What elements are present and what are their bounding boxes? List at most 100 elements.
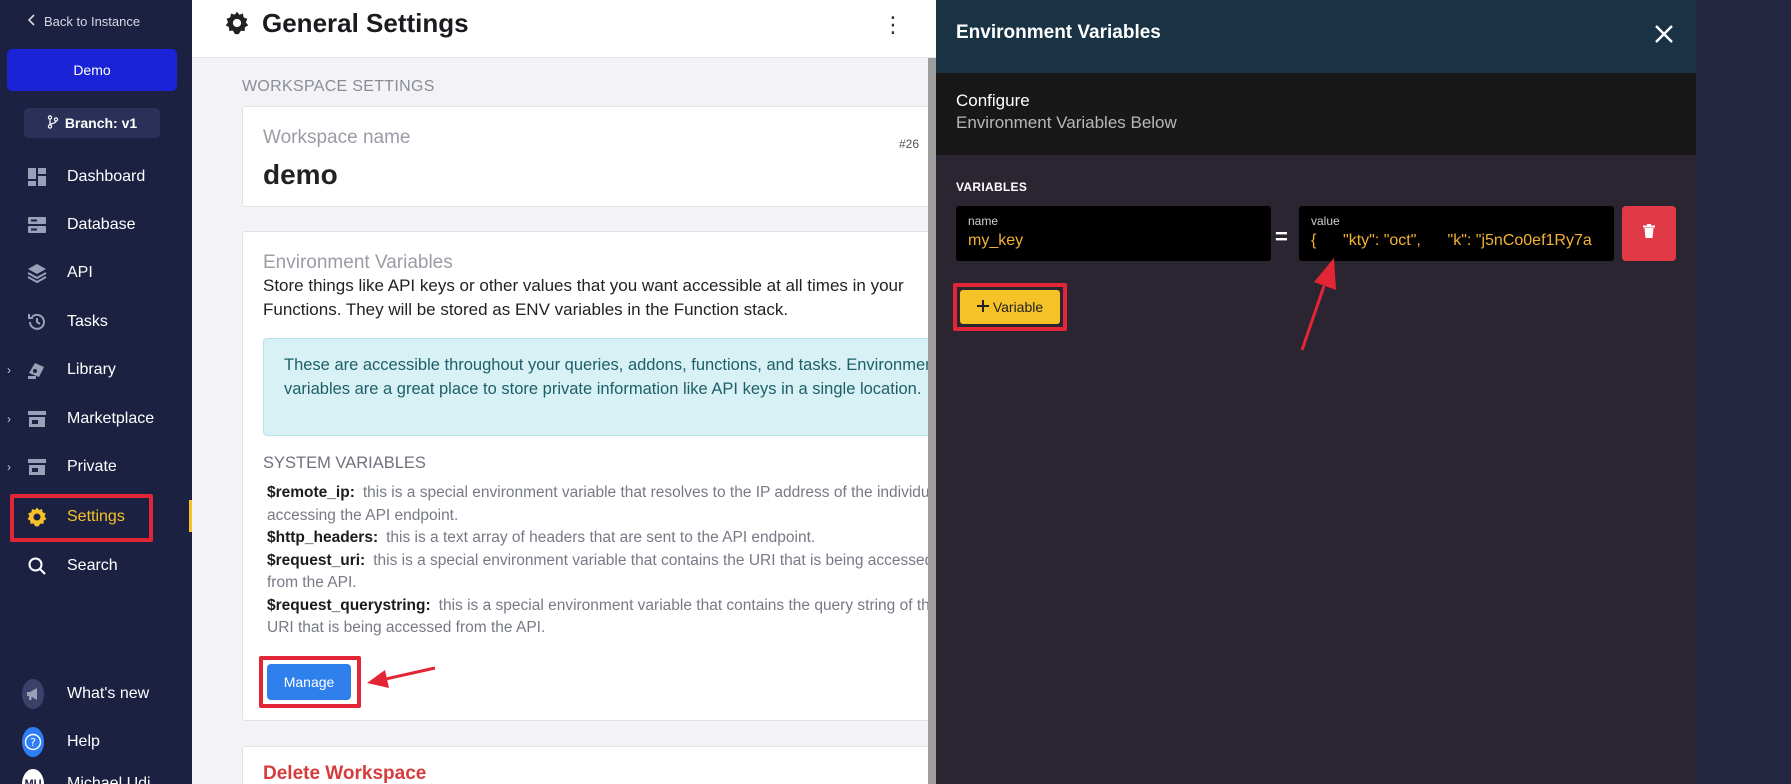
- scrollbar[interactable]: [928, 58, 936, 784]
- system-variables-heading: SYSTEM VARIABLES: [263, 454, 426, 472]
- env-card-title: Environment Variables: [263, 252, 453, 273]
- system-variable-name: $request_uri:: [267, 551, 366, 569]
- sidebar-item-label: Help: [67, 733, 100, 750]
- delete-variable-button[interactable]: [1622, 206, 1676, 261]
- workspace-name-card: Workspace name demo #26: [242, 106, 936, 207]
- workspace-name-label: Workspace name: [263, 127, 411, 148]
- system-variable: $request_uri: this is a special environme…: [267, 550, 936, 595]
- sidebar-item-label: Search: [67, 557, 118, 574]
- variable-name-label: name: [968, 214, 999, 228]
- sidebar: Back to Instance Demo Branch: v1 Dashboa…: [0, 0, 192, 784]
- manage-highlight-box: [259, 656, 361, 708]
- sidebar-item-label: API: [67, 264, 93, 281]
- workspace-settings-heading: WORKSPACE SETTINGS: [242, 78, 435, 95]
- back-label: Back to Instance: [44, 14, 141, 29]
- sidebar-item-marketplace[interactable]: › Marketplace: [0, 399, 192, 439]
- settings-highlight-box: [10, 494, 153, 542]
- sidebar-item-whats-new[interactable]: What's new: [0, 674, 192, 714]
- environment-variables-card: Environment Variables Store things like …: [242, 231, 936, 721]
- sidebar-item-api[interactable]: API: [0, 253, 192, 293]
- env-variables-panel: Environment Variables Configure Environm…: [936, 0, 1696, 784]
- variables-heading: VARIABLES: [956, 180, 1028, 194]
- system-variable: $http_headers: this is a text array of he…: [267, 527, 936, 550]
- panel-header: Environment Variables: [936, 0, 1696, 73]
- panel-subheader: Configure Environment Variables Below: [936, 73, 1696, 155]
- sidebar-item-label: Michael Udi: [67, 775, 151, 784]
- sidebar-item-tasks[interactable]: Tasks: [0, 302, 192, 342]
- megaphone-icon: [22, 679, 44, 709]
- variable-name-field[interactable]: name my_key: [956, 206, 1271, 261]
- branch-selector[interactable]: Branch: v1: [24, 108, 160, 138]
- system-variable: $remote_ip: this is a special environment…: [267, 482, 936, 527]
- page-title: General Settings: [262, 8, 469, 38]
- main-content: General Settings ⋮ WORKSPACE SETTINGS Wo…: [192, 0, 936, 784]
- equals-sign: =: [1275, 224, 1288, 249]
- dashboard-icon: [26, 166, 48, 188]
- sidebar-item-help[interactable]: ? Help: [0, 722, 192, 762]
- system-variable-name: $remote_ip:: [267, 484, 355, 501]
- variable-value-label: value: [1311, 214, 1340, 228]
- api-icon: [26, 262, 48, 284]
- panel-sub-line2: Environment Variables Below: [956, 113, 1177, 132]
- sidebar-item-library[interactable]: › Library: [0, 350, 192, 390]
- trash-icon: [1643, 224, 1655, 243]
- sidebar-item-label: What's new: [67, 685, 150, 702]
- background-edge: [1696, 0, 1791, 784]
- sidebar-item-private[interactable]: › Private: [0, 447, 192, 487]
- chevron-right-icon[interactable]: ›: [7, 460, 11, 474]
- kebab-icon[interactable]: ⋮: [882, 14, 904, 36]
- sidebar-item-label: Tasks: [67, 313, 108, 330]
- env-card-description: Store things like API keys or other valu…: [263, 276, 904, 319]
- svg-text:?: ?: [30, 736, 36, 749]
- sidebar-item-label: Marketplace: [67, 410, 155, 427]
- avatar: MU: [22, 769, 44, 784]
- system-variables-list: $remote_ip: this is a special environment…: [267, 482, 936, 640]
- git-branch-icon: [47, 114, 59, 132]
- back-to-instance-link[interactable]: Back to Instance: [27, 14, 141, 29]
- marketplace-icon: [26, 408, 48, 430]
- sidebar-item-label: Database: [67, 216, 136, 233]
- workspace-id: #26: [899, 137, 920, 151]
- workspace-name-value: demo: [263, 159, 338, 190]
- variable-value-field[interactable]: value { "kty": "oct", "k": "j5nCo0ef1Ry7…: [1299, 206, 1614, 261]
- instance-button[interactable]: Demo: [7, 49, 177, 91]
- system-variable-name: $http_headers:: [267, 529, 379, 546]
- sidebar-item-label: Dashboard: [67, 168, 146, 185]
- sidebar-item-dashboard[interactable]: Dashboard: [0, 157, 192, 197]
- library-icon: [26, 359, 48, 381]
- tasks-icon: [26, 311, 48, 333]
- system-variable: $request_querystring: this is a special e…: [267, 595, 936, 640]
- sidebar-item-search[interactable]: Search: [0, 546, 192, 586]
- search-icon: [26, 555, 48, 577]
- variable-name-value[interactable]: my_key: [968, 232, 1259, 250]
- system-variable-desc: this is a special environment variable t…: [267, 484, 936, 524]
- system-variable-desc: this is a special environment variable t…: [267, 551, 934, 592]
- database-icon: [26, 214, 48, 236]
- annotation-arrow-icon: [367, 666, 436, 688]
- private-icon: [26, 456, 48, 478]
- branch-label: Branch: v1: [64, 115, 138, 131]
- help-icon: ?: [22, 727, 44, 757]
- sidebar-item-label: Private: [67, 458, 117, 475]
- annotation-arrow-icon: [1300, 258, 1336, 351]
- close-icon[interactable]: [1654, 18, 1674, 50]
- gear-icon: [224, 10, 250, 41]
- system-variable-desc: this is a text array of headers that are…: [386, 529, 816, 546]
- chevron-right-icon[interactable]: ›: [7, 363, 11, 377]
- delete-workspace-title[interactable]: Delete Workspace: [263, 763, 426, 784]
- instance-label: Demo: [73, 62, 111, 78]
- sidebar-item-label: Library: [67, 361, 116, 378]
- system-variable-name: $request_querystring:: [267, 596, 431, 614]
- sidebar-item-profile[interactable]: MU Michael Udi: [0, 764, 192, 784]
- panel-sub-line1: Configure: [956, 91, 1030, 110]
- env-info-text: These are accessible throughout your que…: [284, 356, 936, 398]
- page-header: General Settings ⋮: [192, 0, 936, 58]
- delete-workspace-card: Delete Workspace: [242, 746, 936, 784]
- sidebar-item-database[interactable]: Database: [0, 205, 192, 245]
- variable-value-value[interactable]: { "kty": "oct", "k": "j5nCo0ef1Ry7a: [1311, 232, 1602, 250]
- chevron-right-icon[interactable]: ›: [7, 412, 11, 426]
- add-variable-highlight-box: [953, 283, 1067, 331]
- env-info-alert: These are accessible throughout your que…: [263, 338, 936, 436]
- chevron-left-icon: [27, 14, 36, 29]
- panel-title: Environment Variables: [956, 22, 1161, 43]
